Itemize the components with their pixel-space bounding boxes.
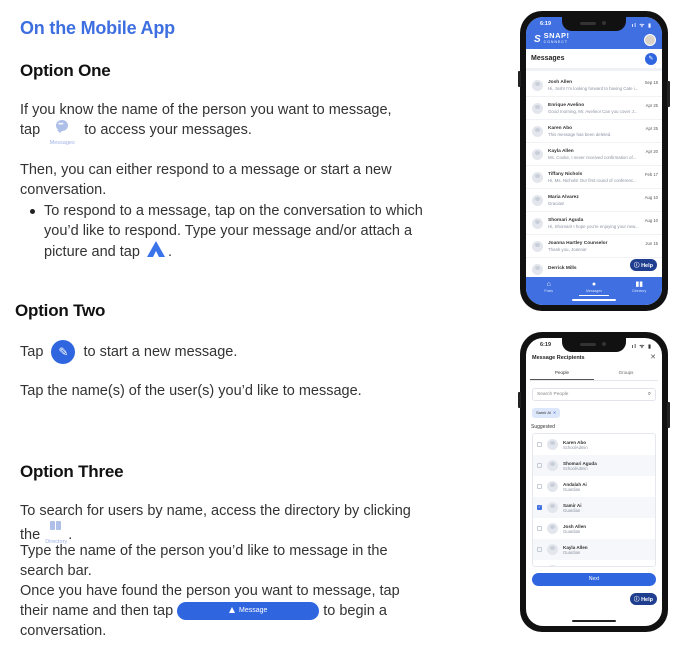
- search-icon: ⌕: [647, 391, 651, 397]
- option-two-title: Option Two: [15, 301, 106, 320]
- checkbox[interactable]: [537, 484, 542, 489]
- signal-wifi-battery-icons: ıl ᯤ ▮: [631, 23, 652, 29]
- book-icon: [50, 521, 56, 530]
- conversation-row[interactable]: Karen Abo Apr 25 This message has been del…: [526, 120, 662, 143]
- home-icon: ⌂: [546, 281, 551, 288]
- avatar: [532, 217, 543, 229]
- book-icon: ▮▮: [635, 281, 644, 288]
- recipients-title: Message Recipients: [532, 355, 585, 361]
- directory-tab-icon: Directory: [44, 521, 68, 545]
- option-one-title: Option One: [20, 61, 111, 80]
- avatar: [547, 565, 558, 566]
- suggestion-row[interactable]: Samir AiGuardian: [533, 497, 655, 518]
- messages-icon-label: Messages: [49, 140, 75, 147]
- tab-messages[interactable]: ● Messages: [578, 281, 609, 305]
- signal-wifi-battery-icons: ıl ᯤ ▮: [631, 344, 652, 350]
- phone-screen: 6:19 ıl ᯤ ▮ S SNAP! CONNECT Messages ✎ J…: [526, 17, 662, 305]
- suggestion-row[interactable]: Josh Allen Guardian: [533, 518, 655, 539]
- bottom-tab-bar: ⌂ Posts ● Messages ▮▮ Directory: [526, 277, 662, 305]
- phone-notch: [562, 17, 626, 31]
- logo-mark-icon: S: [534, 33, 541, 45]
- avatar: [547, 523, 558, 534]
- checkbox[interactable]: [537, 526, 542, 531]
- option-one-paragraph-2: Then, you can either respond to a messag…: [20, 162, 392, 198]
- home-indicator: [572, 299, 616, 301]
- option-two-paragraph-1: Tap ✎ to start a new message.: [20, 340, 440, 364]
- close-icon[interactable]: ✕: [650, 353, 656, 361]
- bullet-item: To respond to a message, tap on the conv…: [20, 201, 430, 262]
- suggestion-row[interactable]: Andalah Ai Guardian: [533, 476, 655, 497]
- avatar: [547, 502, 558, 513]
- phone-messages-screenshot: 6:19 ıl ᯤ ▮ S SNAP! CONNECT Messages ✎ J…: [518, 11, 670, 311]
- tab-groups[interactable]: Groups: [594, 367, 658, 380]
- option-one-paragraph-1: If you know the name of the person you w…: [20, 100, 440, 146]
- suggestion-row[interactable]: Shomari Aguda SchoolAdmin: [533, 455, 655, 476]
- suggestion-row[interactable]: Kayla Allen Guardian: [533, 539, 655, 560]
- home-indicator: [572, 620, 616, 622]
- avatar: [547, 460, 558, 471]
- avatar: [532, 240, 543, 252]
- conversation-row[interactable]: Shomari Aguda Aug 10 Hi, Shomari! I hope y…: [526, 212, 662, 235]
- help-button[interactable]: ⓘ Help: [630, 593, 657, 605]
- compose-icon: ✎: [51, 340, 76, 364]
- page-heading: On the Mobile App: [20, 18, 175, 38]
- option-three-title: Option Three: [20, 462, 124, 481]
- suggestion-row[interactable]: Laura AllenGuardian: [533, 560, 655, 566]
- conversation-row[interactable]: Kayla Allen Apr 20 Ms. Cooke, I never rece…: [526, 143, 662, 166]
- chat-bubble-icon: ●: [591, 281, 597, 288]
- send-icon: [146, 241, 165, 257]
- profile-avatar[interactable]: [644, 34, 656, 46]
- suggestion-row[interactable]: Karen Abo SchoolAdmin: [533, 434, 655, 455]
- avatar: [532, 102, 543, 114]
- help-button[interactable]: ⓘ Help: [630, 259, 657, 271]
- option-three-paragraph-3: Once you have found the person you want …: [20, 583, 400, 639]
- messages-tab-icon: ••• Messages: [44, 120, 80, 146]
- text: tap: [20, 122, 41, 138]
- suggested-label: Suggested: [531, 424, 555, 430]
- conversation-row[interactable]: Josh Allen Sep 18 Hi, Josh! I'm looking fo…: [526, 74, 662, 97]
- checkbox[interactable]: [537, 442, 542, 447]
- messages-title: Messages: [531, 55, 565, 62]
- messages-title-row: Messages ✎: [526, 49, 662, 71]
- recipient-tabs: People Groups: [530, 367, 658, 381]
- text: If you know the name of the person you w…: [20, 102, 392, 118]
- checkbox-checked[interactable]: [537, 504, 542, 510]
- avatar: [547, 544, 558, 555]
- search-people-input[interactable]: Search People ⌕: [532, 388, 656, 401]
- avatar: [532, 125, 543, 137]
- message-button-image: Message: [177, 602, 320, 621]
- avatar: [532, 263, 543, 275]
- remove-chip-icon[interactable]: ✕: [553, 410, 556, 415]
- tab-posts[interactable]: ⌂ Posts: [534, 281, 564, 305]
- conversation-row[interactable]: Enrique Avelino Apr 25 Good morning, Mr. A…: [526, 97, 662, 120]
- phone-recipients-screenshot: 6:19 ıl ᯤ ▮ Message Recipients ✕ People …: [518, 332, 670, 632]
- conversation-row[interactable]: Maria Alvarez Aug 10 Gracias!: [526, 189, 662, 212]
- selected-recipient-chip: Samir Ai ✕: [532, 408, 561, 418]
- compose-button[interactable]: ✎: [645, 52, 657, 65]
- next-button[interactable]: Next: [532, 573, 656, 586]
- conversation-row[interactable]: Tiffany Nichols Feb 17 Hi, Ms. Nichols! Ou…: [526, 166, 662, 189]
- avatar: [532, 79, 543, 91]
- avatar: [547, 481, 558, 492]
- snap-connect-logo: S SNAP! CONNECT: [534, 31, 570, 45]
- tab-directory[interactable]: ▮▮ Directory: [624, 281, 654, 305]
- avatar: [532, 148, 543, 160]
- phone-screen: 6:19 ıl ᯤ ▮ Message Recipients ✕ People …: [526, 338, 662, 626]
- tab-people[interactable]: People: [530, 367, 594, 380]
- option-two-paragraph-2: Tap the name(s) of the user(s) you’d lik…: [20, 383, 362, 399]
- text: to access your messages.: [84, 122, 252, 138]
- suggested-list: Karen Abo SchoolAdmin Shomari Aguda School…: [532, 433, 656, 567]
- conversation-row[interactable]: Joanna Hartley Counselor Jun 15 Thank you,…: [526, 235, 662, 258]
- avatar: [547, 439, 558, 450]
- avatar: [532, 194, 543, 206]
- conversation-list: Josh Allen Sep 18 Hi, Josh! I'm looking fo…: [526, 74, 662, 281]
- phone-notch: [562, 338, 626, 352]
- option-one-bullets: To respond to a message, tap on the conv…: [20, 201, 430, 262]
- send-icon: [229, 607, 235, 614]
- checkbox[interactable]: [537, 463, 542, 468]
- option-three-paragraph-2: Type the name of the person you’d like t…: [20, 543, 388, 579]
- checkbox[interactable]: [537, 547, 542, 552]
- avatar: [532, 171, 543, 183]
- option-three-paragraph-1: To search for users by name, access the …: [20, 501, 430, 545]
